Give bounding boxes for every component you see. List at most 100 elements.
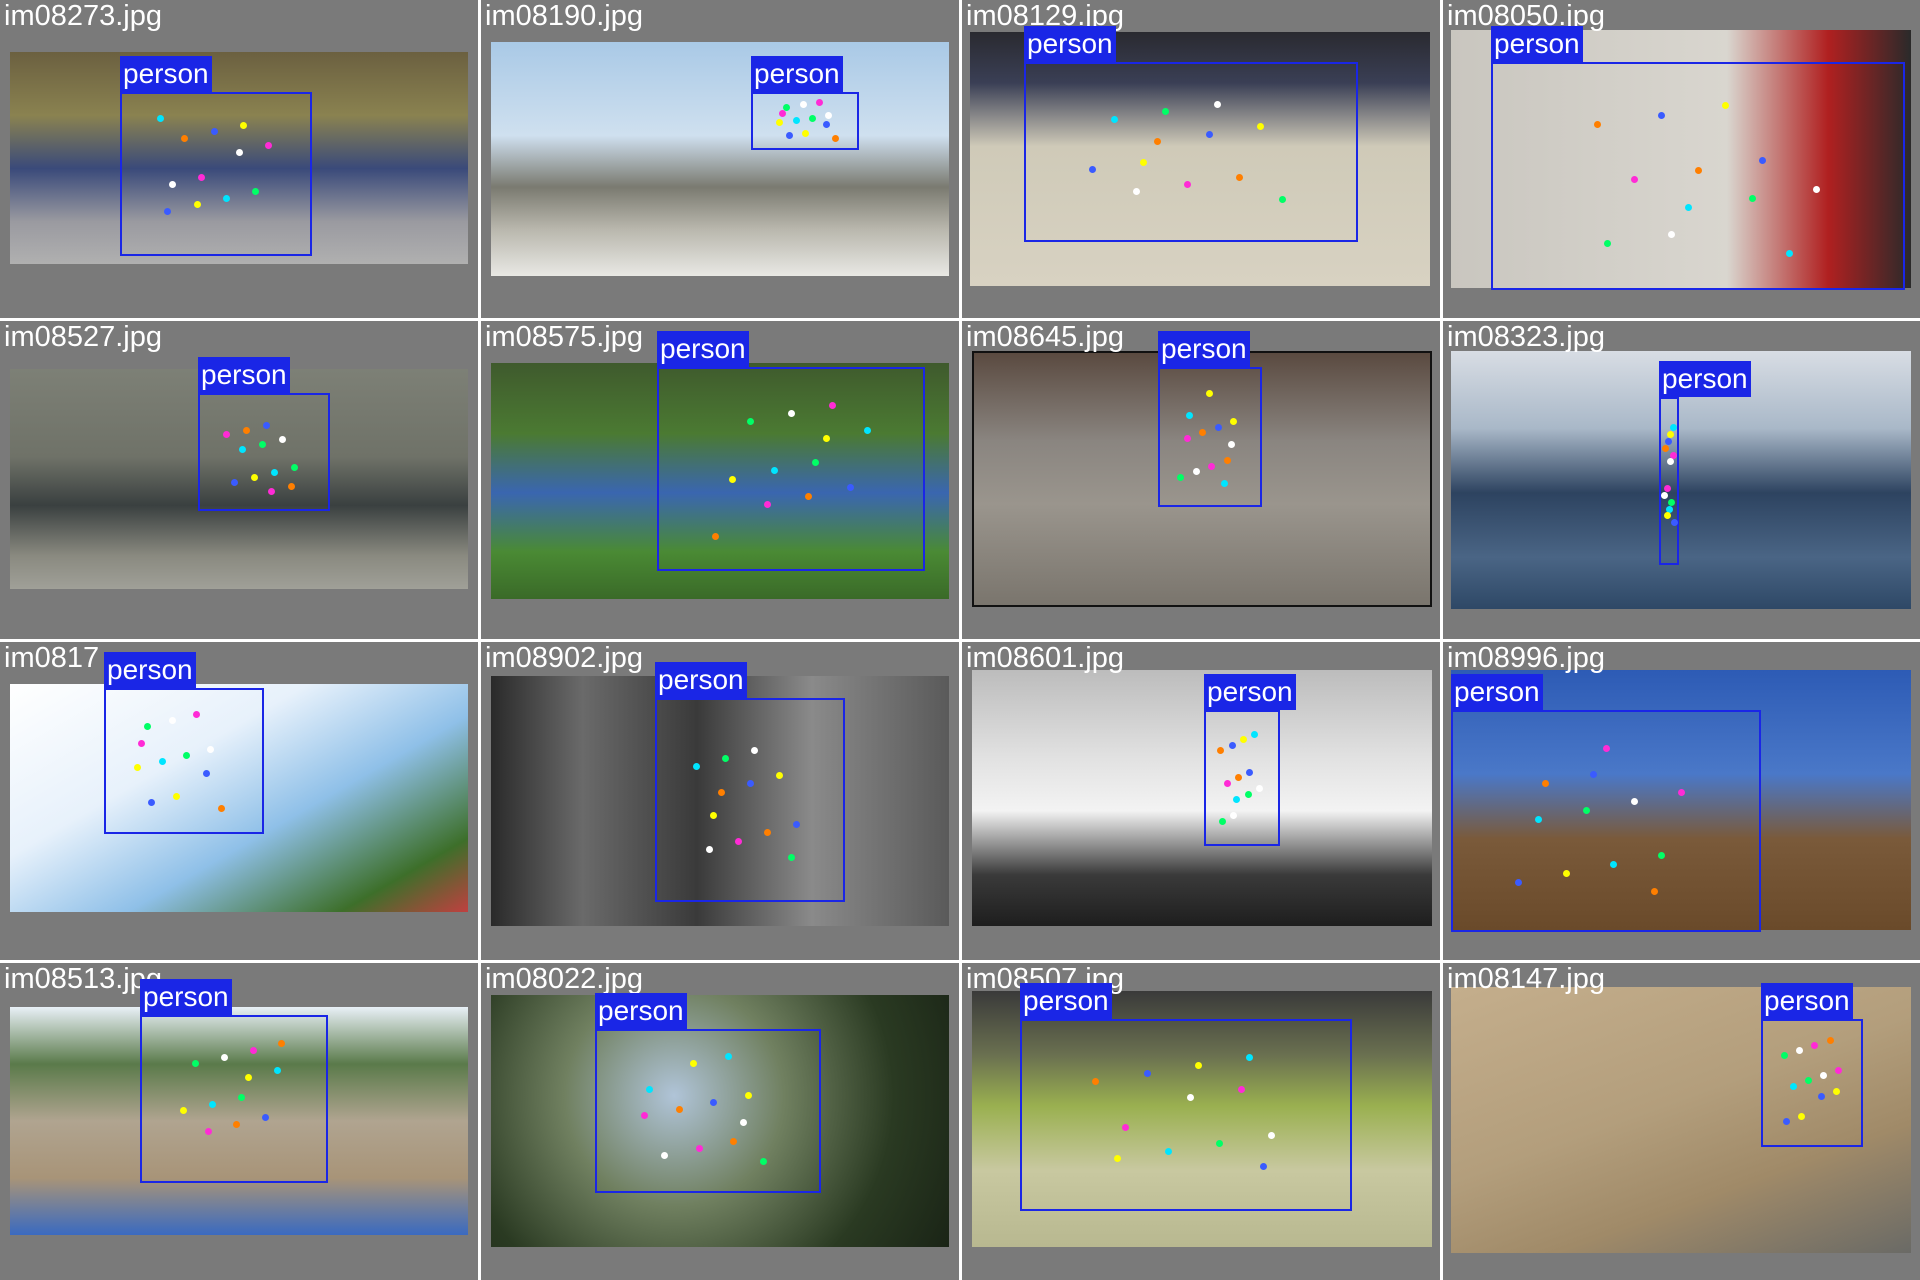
class-label: person (140, 979, 232, 1015)
pose-keypoint (138, 740, 145, 747)
pose-keypoint (192, 1060, 199, 1067)
file-name-label: im08601.jpg (966, 642, 1124, 674)
pose-keypoint (1759, 157, 1766, 164)
class-label: person (1761, 983, 1853, 1019)
pose-keypoint (1798, 1113, 1805, 1120)
class-label: person (1020, 983, 1112, 1019)
pose-keypoint (722, 755, 729, 762)
pose-keypoint (1206, 131, 1213, 138)
person-bounding-box: person (1020, 983, 1352, 1211)
pose-keypoint (776, 119, 783, 126)
person-bounding-box: person (751, 56, 859, 150)
result-cell[interactable]: im08996.jpg person (1443, 642, 1920, 960)
person-bounding-box: person (655, 662, 845, 902)
result-cell[interactable]: im0817 person (0, 642, 478, 960)
result-cell[interactable]: im08507.jpg person (962, 963, 1440, 1280)
person-bounding-box: person (1659, 361, 1751, 565)
pose-keypoint (1219, 818, 1226, 825)
pose-keypoint (1833, 1088, 1840, 1095)
pose-keypoint (1177, 474, 1184, 481)
pose-keypoint (1279, 196, 1286, 203)
pose-keypoint (233, 1121, 240, 1128)
pose-keypoint (164, 208, 171, 215)
result-cell[interactable]: im08513.jpg person (0, 963, 478, 1280)
person-bounding-box: person (120, 56, 312, 256)
pose-keypoint (1251, 731, 1258, 738)
pose-keypoint (223, 195, 230, 202)
person-bounding-box: person (1024, 26, 1358, 242)
pose-keypoint (1805, 1077, 1812, 1084)
pose-keypoint (1184, 181, 1191, 188)
pose-keypoint (1144, 1070, 1151, 1077)
pose-keypoint (735, 838, 742, 845)
pose-keypoint (1256, 785, 1263, 792)
pose-keypoint (207, 746, 214, 753)
person-bounding-box: person (1158, 331, 1262, 507)
pose-keypoint (1535, 816, 1542, 823)
pose-keypoint (829, 402, 836, 409)
person-bounding-box: person (140, 979, 328, 1183)
pose-keypoint (802, 130, 809, 137)
pose-keypoint (1658, 852, 1665, 859)
class-label: person (1491, 26, 1583, 62)
pose-keypoint (646, 1086, 653, 1093)
pose-keypoint (1695, 167, 1702, 174)
pose-keypoint (1217, 747, 1224, 754)
pose-keypoint (816, 99, 823, 106)
pose-keypoint (1260, 1163, 1267, 1170)
pose-keypoint (231, 479, 238, 486)
result-cell[interactable]: im08022.jpg person (481, 963, 959, 1280)
pose-keypoint (1133, 188, 1140, 195)
result-cell[interactable]: im08527.jpg person (0, 321, 478, 639)
pose-keypoint (1811, 1042, 1818, 1049)
pose-keypoint (1783, 1118, 1790, 1125)
person-bounding-box: person (198, 357, 330, 511)
pose-keypoint (1230, 812, 1237, 819)
pose-keypoint (1781, 1052, 1788, 1059)
pose-keypoint (706, 846, 713, 853)
class-label: person (198, 357, 290, 393)
pose-keypoint (169, 181, 176, 188)
pose-keypoint (1661, 492, 1668, 499)
pose-keypoint (710, 812, 717, 819)
result-cell[interactable]: im08601.jpg person (962, 642, 1440, 960)
result-cell[interactable]: im08190.jpg person (481, 0, 959, 318)
class-label: person (655, 662, 747, 698)
pose-keypoint (771, 467, 778, 474)
pose-keypoint (832, 135, 839, 142)
pose-keypoint (793, 821, 800, 828)
pose-keypoint (1667, 431, 1674, 438)
person-bounding-box: person (657, 331, 925, 571)
result-cell[interactable]: im08129.jpg person (962, 0, 1440, 318)
pose-keypoint (788, 854, 795, 861)
pose-keypoint (1186, 412, 1193, 419)
class-label: person (1451, 674, 1543, 710)
pose-keypoint (1235, 774, 1242, 781)
pose-keypoint (864, 427, 871, 434)
class-label: person (1659, 361, 1751, 397)
class-label: person (1158, 331, 1250, 367)
pose-keypoint (238, 1094, 245, 1101)
pose-keypoint (823, 121, 830, 128)
pose-keypoint (1215, 424, 1222, 431)
pose-keypoint (1590, 771, 1597, 778)
result-cell[interactable]: im08902.jpg person (481, 642, 959, 960)
pose-keypoint (1670, 424, 1677, 431)
result-cell[interactable]: im08645.jpg person (962, 321, 1440, 639)
pose-keypoint (1658, 112, 1665, 119)
result-cell[interactable]: im08575.jpg person (481, 321, 959, 639)
pose-keypoint (1563, 870, 1570, 877)
pose-keypoint (1542, 780, 1549, 787)
file-name-label: im08527.jpg (4, 321, 162, 353)
pose-keypoint (291, 464, 298, 471)
person-bounding-box: person (1491, 26, 1905, 290)
pose-keypoint (786, 132, 793, 139)
result-cell[interactable]: im08050.jpg person (1443, 0, 1920, 318)
pose-keypoint (1604, 240, 1611, 247)
result-cell[interactable]: im08323.jpg person (1443, 321, 1920, 639)
result-cell[interactable]: im08273.jpg person (0, 0, 478, 318)
pose-keypoint (169, 717, 176, 724)
result-cell[interactable]: im08147.jpg person (1443, 963, 1920, 1280)
file-name-label: im08273.jpg (4, 0, 162, 32)
pose-keypoint (1245, 791, 1252, 798)
